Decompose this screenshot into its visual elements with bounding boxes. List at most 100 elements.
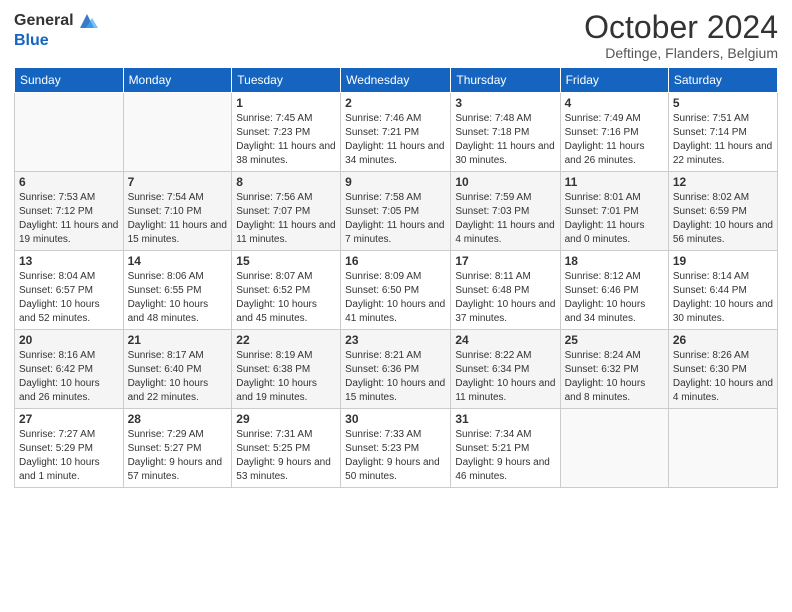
sunrise-text: Sunrise: 8:14 AM xyxy=(673,271,749,282)
sunrise-text: Sunrise: 7:51 AM xyxy=(673,113,749,124)
sunset-text: Sunset: 7:21 PM xyxy=(345,127,419,138)
sunset-text: Sunset: 6:52 PM xyxy=(236,285,310,296)
day-info: Sunrise: 8:02 AMSunset: 6:59 PMDaylight:… xyxy=(673,191,773,247)
daylight-text: Daylight: 11 hours and 7 minutes. xyxy=(345,220,444,245)
calendar-day-cell: 1Sunrise: 7:45 AMSunset: 7:23 PMDaylight… xyxy=(232,93,341,172)
day-number: 18 xyxy=(565,254,664,268)
sunrise-text: Sunrise: 8:17 AM xyxy=(128,350,204,361)
day-info: Sunrise: 8:09 AMSunset: 6:50 PMDaylight:… xyxy=(345,270,446,326)
day-info: Sunrise: 7:34 AMSunset: 5:21 PMDaylight:… xyxy=(455,428,555,484)
day-info: Sunrise: 7:48 AMSunset: 7:18 PMDaylight:… xyxy=(455,112,555,168)
day-info: Sunrise: 8:26 AMSunset: 6:30 PMDaylight:… xyxy=(673,349,773,405)
sunrise-text: Sunrise: 7:33 AM xyxy=(345,429,421,440)
sunrise-text: Sunrise: 8:22 AM xyxy=(455,350,531,361)
daylight-text: Daylight: 10 hours and 56 minutes. xyxy=(673,220,773,245)
col-saturday: Saturday xyxy=(668,68,777,93)
sunset-text: Sunset: 6:34 PM xyxy=(455,364,529,375)
day-info: Sunrise: 7:53 AMSunset: 7:12 PMDaylight:… xyxy=(19,191,119,247)
calendar-day-cell: 23Sunrise: 8:21 AMSunset: 6:36 PMDayligh… xyxy=(341,330,451,409)
sunset-text: Sunset: 5:29 PM xyxy=(19,443,93,454)
day-number: 25 xyxy=(565,333,664,347)
daylight-text: Daylight: 10 hours and 19 minutes. xyxy=(236,378,317,403)
sunset-text: Sunset: 6:46 PM xyxy=(565,285,639,296)
day-number: 23 xyxy=(345,333,446,347)
sunset-text: Sunset: 7:10 PM xyxy=(128,206,202,217)
sunrise-text: Sunrise: 8:24 AM xyxy=(565,350,641,361)
day-number: 31 xyxy=(455,412,555,426)
calendar-day-cell: 8Sunrise: 7:56 AMSunset: 7:07 PMDaylight… xyxy=(232,172,341,251)
sunset-text: Sunset: 7:16 PM xyxy=(565,127,639,138)
daylight-text: Daylight: 9 hours and 53 minutes. xyxy=(236,457,331,482)
daylight-text: Daylight: 10 hours and 11 minutes. xyxy=(455,378,555,403)
day-info: Sunrise: 7:31 AM Sunset: 5:25 PM Daylight:… xyxy=(236,428,336,484)
sunrise-text: Sunrise: 8:07 AM xyxy=(236,271,312,282)
day-number: 8 xyxy=(236,175,336,189)
day-number: 26 xyxy=(673,333,773,347)
daylight-text: Daylight: 11 hours and 0 minutes. xyxy=(565,220,645,245)
day-info: Sunrise: 8:11 AMSunset: 6:48 PMDaylight:… xyxy=(455,270,555,326)
header: General Blue October 2024 Deftinge, Flan… xyxy=(14,10,778,61)
sunset-text: Sunset: 7:05 PM xyxy=(345,206,419,217)
page: General Blue October 2024 Deftinge, Flan… xyxy=(0,0,792,612)
calendar-day-cell xyxy=(123,93,232,172)
sunrise-text: Sunrise: 8:21 AM xyxy=(345,350,421,361)
day-number: 22 xyxy=(236,333,336,347)
sunrise-text: Sunrise: 7:31 AM xyxy=(236,429,312,440)
calendar-day-cell: 15Sunrise: 8:07 AMSunset: 6:52 PMDayligh… xyxy=(232,251,341,330)
day-info: Sunrise: 8:19 AMSunset: 6:38 PMDaylight:… xyxy=(236,349,336,405)
sunrise-text: Sunrise: 8:06 AM xyxy=(128,271,204,282)
daylight-text: Daylight: 10 hours and 34 minutes. xyxy=(565,299,646,324)
calendar-day-cell: 14Sunrise: 8:06 AMSunset: 6:55 PMDayligh… xyxy=(123,251,232,330)
sunrise-text: Sunrise: 7:58 AM xyxy=(345,192,421,203)
daylight-text: Daylight: 11 hours and 4 minutes. xyxy=(455,220,554,245)
calendar-day-cell: 26 Sunrise: 8:26 AMSunset: 6:30 PMDayligh… xyxy=(668,330,777,409)
day-info: Sunrise: 8:22 AM Sunset: 6:34 PM Daylight:… xyxy=(455,349,555,405)
daylight-text: Daylight: 11 hours and 11 minutes. xyxy=(236,220,335,245)
calendar-day-cell: 19 Sunrise: 8:14 AMSunset: 6:44 PMDayligh… xyxy=(668,251,777,330)
calendar-day-cell: 20Sunrise: 8:16 AMSunset: 6:42 PMDayligh… xyxy=(15,330,124,409)
calendar-day-cell: 25Sunrise: 8:24 AMSunset: 6:32 PMDayligh… xyxy=(560,330,668,409)
daylight-text: Daylight: 9 hours and 46 minutes. xyxy=(455,457,550,482)
daylight-text: Daylight: 10 hours and 45 minutes. xyxy=(236,299,317,324)
day-number: 10 xyxy=(455,175,555,189)
sunset-text: Sunset: 6:42 PM xyxy=(19,364,93,375)
sunrise-text: Sunrise: 8:09 AM xyxy=(345,271,421,282)
sunrise-text: Sunrise: 8:26 AM xyxy=(673,350,749,361)
day-number: 29 xyxy=(236,412,336,426)
day-number: 5 xyxy=(673,96,773,110)
day-number: 20 xyxy=(19,333,119,347)
day-info: Sunrise: 8:14 AMSunset: 6:44 PMDaylight:… xyxy=(673,270,773,326)
sunset-text: Sunset: 6:36 PM xyxy=(345,364,419,375)
daylight-text: Daylight: 11 hours and 26 minutes. xyxy=(565,141,645,166)
calendar-day-cell: 5Sunrise: 7:51 AMSunset: 7:14 PMDaylight… xyxy=(668,93,777,172)
daylight-text: Daylight: 10 hours and 22 minutes. xyxy=(128,378,209,403)
daylight-text: Daylight: 10 hours and 8 minutes. xyxy=(565,378,646,403)
daylight-text: Daylight: 10 hours and 30 minutes. xyxy=(673,299,773,324)
day-number: 16 xyxy=(345,254,446,268)
sunset-text: Sunset: 7:07 PM xyxy=(236,206,310,217)
day-number: 7 xyxy=(128,175,228,189)
day-info: Sunrise: 8:17 AMSunset: 6:40 PMDaylight:… xyxy=(128,349,228,405)
title-month: October 2024 xyxy=(584,10,778,45)
calendar-day-cell: 9 Sunrise: 7:58 AM Sunset: 7:05 PM Daylight… xyxy=(341,172,451,251)
day-number: 30 xyxy=(345,412,446,426)
day-number: 19 xyxy=(673,254,773,268)
sunrise-text: Sunrise: 8:16 AM xyxy=(19,350,95,361)
day-number: 11 xyxy=(565,175,664,189)
calendar-day-cell: 13Sunrise: 8:04 AMSunset: 6:57 PMDayligh… xyxy=(15,251,124,330)
sunset-text: Sunset: 7:03 PM xyxy=(455,206,529,217)
day-number: 12 xyxy=(673,175,773,189)
day-number: 9 xyxy=(345,175,446,189)
daylight-text: Daylight: 10 hours and 4 minutes. xyxy=(673,378,773,403)
day-info: Sunrise: 7:45 AMSunset: 7:23 PMDaylight:… xyxy=(236,112,336,168)
col-friday: Friday xyxy=(560,68,668,93)
sunset-text: Sunset: 5:25 PM xyxy=(236,443,310,454)
sunrise-text: Sunrise: 7:27 AM xyxy=(19,429,95,440)
calendar-week-row: 27Sunrise: 7:27 AMSunset: 5:29 PMDayligh… xyxy=(15,409,778,488)
calendar-week-row: 6 Sunrise: 7:53 AMSunset: 7:12 PMDaylight… xyxy=(15,172,778,251)
calendar-day-cell: 2Sunrise: 7:46 AMSunset: 7:21 PMDaylight… xyxy=(341,93,451,172)
daylight-text: Daylight: 11 hours and 22 minutes. xyxy=(673,141,772,166)
daylight-text: Daylight: 11 hours and 19 minutes. xyxy=(19,220,118,245)
day-info: Sunrise: 7:27 AMSunset: 5:29 PMDaylight:… xyxy=(19,428,119,484)
day-number: 6 xyxy=(19,175,119,189)
